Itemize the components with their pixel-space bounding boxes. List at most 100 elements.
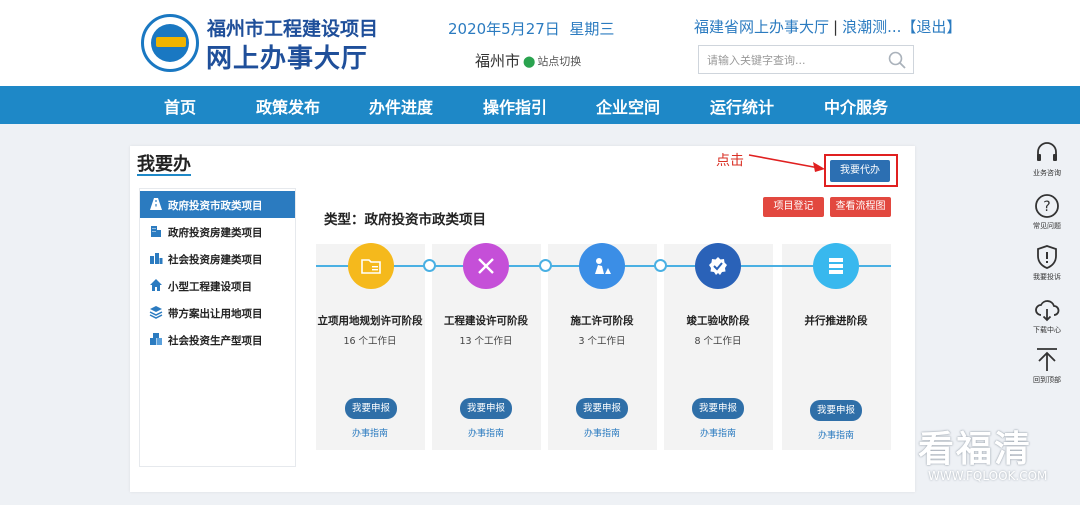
stage-4-icon-badge <box>695 243 741 289</box>
nav-statistics[interactable]: 运行统计 <box>710 94 774 118</box>
service-guide-link[interactable]: 办事指南 <box>806 428 866 441</box>
watermark-url: WWW.FQLOOK.COM <box>928 469 1048 483</box>
timeline-node <box>654 259 667 272</box>
nav-home[interactable]: 首页 <box>164 94 196 118</box>
stage-1-icon-badge <box>348 243 394 289</box>
site-switch-link[interactable]: ⬤ 站点切换 <box>523 53 581 69</box>
service-guide-link[interactable]: 办事指南 <box>688 426 748 439</box>
main-nav: 首页 政策发布 办件进度 操作指引 企业空间 运行统计 中介服务 <box>0 86 1080 124</box>
stage-name: 施工许可阶段 <box>570 315 634 327</box>
proxy-apply-button[interactable]: 我要代办 <box>830 160 890 182</box>
date-display: 2020年5月27日 星期三 <box>448 18 614 39</box>
date: 2020年5月27日 <box>448 20 560 38</box>
apply-button[interactable]: 我要申报 <box>810 400 862 421</box>
tool-label: 常见问题 <box>1033 222 1061 230</box>
annotation-arrow-icon <box>748 154 825 172</box>
nav-enterprise[interactable]: 企业空间 <box>596 94 660 118</box>
sidebar-item-small-project[interactable]: 小型工程建设项目 <box>140 272 295 299</box>
sidebar-item-label: 小型工程建设项目 <box>168 281 252 293</box>
headset-icon <box>1037 142 1057 161</box>
project-type-sidebar: 政府投资市政类项目 政府投资房建类项目 社会投资房建类项目 小型工程建设项目 带… <box>139 188 296 467</box>
header: 福州市工程建设项目 网上办事大厅 2020年5月27日 星期三 福州市 ⬤ 站点切… <box>0 0 1080 86</box>
folder-icon <box>361 259 381 274</box>
construction-worker-icon <box>595 258 611 274</box>
search-placeholder: 请输入关键字查询... <box>707 54 806 67</box>
stage-name: 竣工验收阶段 <box>686 315 750 327</box>
server-stack-icon <box>829 258 843 274</box>
sidebar-item-label: 政府投资房建类项目 <box>168 227 263 239</box>
apply-button[interactable]: 我要申报 <box>345 398 397 419</box>
layers-icon <box>149 306 163 319</box>
stage-name: 立项用地规划许可阶段 <box>317 315 423 327</box>
apply-button[interactable]: 我要申报 <box>460 398 512 419</box>
pencil-ruler-icon <box>478 258 494 274</box>
svg-text:?: ? <box>1043 199 1050 215</box>
tool-consult[interactable]: 业务咨询 <box>1022 140 1072 186</box>
stage-name: 并行推进阶段 <box>804 315 868 327</box>
cloud-download-icon <box>1035 300 1060 322</box>
nav-guide[interactable]: 操作指引 <box>483 94 547 118</box>
arrow-up-icon <box>1037 348 1057 371</box>
building-icon <box>151 226 161 237</box>
site-title-line2: 网上办事大厅 <box>206 44 369 74</box>
badge-check-icon <box>709 257 727 275</box>
stage-duration: 3 个工作日 <box>578 336 626 347</box>
shield-alert-icon <box>1037 245 1057 269</box>
timeline-node <box>423 259 436 272</box>
nav-policy[interactable]: 政策发布 <box>256 94 320 118</box>
location-pin-icon: ⬤ <box>523 55 536 68</box>
house-buildings-icon <box>150 253 163 264</box>
tool-label: 业务咨询 <box>1033 169 1061 177</box>
nav-progress[interactable]: 办件进度 <box>369 94 433 118</box>
tool-faq[interactable]: ? 常见问题 <box>1022 193 1072 239</box>
stage-2-icon-badge <box>463 243 509 289</box>
project-register-button[interactable]: 项目登记 <box>763 197 824 217</box>
apply-button[interactable]: 我要申报 <box>692 398 744 419</box>
stage-duration: 16 个工作日 <box>343 336 397 347</box>
watermark-text: 看福清 <box>918 429 1033 470</box>
weekday: 星期三 <box>569 20 615 38</box>
sidebar-item-label: 带方案出让用地项目 <box>168 308 263 320</box>
logo <box>141 14 199 72</box>
title-underline <box>137 174 191 176</box>
tool-label: 我要投诉 <box>1033 273 1061 281</box>
sidebar-item-social-building[interactable]: 社会投资房建类项目 <box>140 245 295 272</box>
annotation-label: 点击 <box>716 153 744 169</box>
timeline-node <box>539 259 552 272</box>
tool-label: 回到顶部 <box>1033 376 1061 384</box>
project-type-label: 类型：政府投资市政类项目 <box>324 212 486 228</box>
stage-3-icon-badge <box>579 243 625 289</box>
tool-complaint[interactable]: 我要投诉 <box>1022 244 1072 290</box>
site-title-line1: 福州市工程建设项目 <box>207 18 379 40</box>
sidebar-item-gov-municipal[interactable]: 政府投资市政类项目 <box>140 191 295 218</box>
logout-link[interactable]: 【退出】 <box>901 18 961 36</box>
site-switch-label: 站点切换 <box>537 55 582 68</box>
stage-duration: 8 个工作日 <box>694 336 742 347</box>
service-guide-link[interactable]: 办事指南 <box>340 426 400 439</box>
tool-download[interactable]: 下载中心 <box>1022 297 1072 343</box>
stage-duration: 13 个工作日 <box>459 336 513 347</box>
stage-name: 工程建设许可阶段 <box>444 315 528 327</box>
service-guide-link[interactable]: 办事指南 <box>456 426 516 439</box>
boxes-icon <box>150 333 162 345</box>
view-flowchart-button[interactable]: 查看流程图 <box>830 197 891 217</box>
nav-agency[interactable]: 中介服务 <box>824 94 888 118</box>
home-icon <box>150 279 162 291</box>
sidebar-item-label: 社会投资生产型项目 <box>168 335 263 347</box>
sidebar-item-gov-building[interactable]: 政府投资房建类项目 <box>140 218 295 245</box>
sidebar-item-label: 社会投资房建类项目 <box>168 254 263 266</box>
sidebar-item-label: 政府投资市政类项目 <box>168 200 263 212</box>
tool-back-to-top[interactable]: 回到顶部 <box>1022 347 1072 393</box>
apply-button[interactable]: 我要申报 <box>576 398 628 419</box>
page-title: 我要办 <box>137 154 191 175</box>
service-guide-link[interactable]: 办事指南 <box>572 426 632 439</box>
user-bar: 福建省网上办事大厅 | 浪潮测...【退出】 <box>694 18 962 36</box>
sidebar-item-land-transfer[interactable]: 带方案出让用地项目 <box>140 299 295 326</box>
road-icon <box>150 198 162 210</box>
search-input[interactable]: 请输入关键字查询... <box>698 45 914 74</box>
user-name[interactable]: 浪潮测... <box>842 18 901 36</box>
stage-5-icon-badge <box>813 243 859 289</box>
sidebar-item-social-production[interactable]: 社会投资生产型项目 <box>140 326 295 353</box>
search-icon[interactable] <box>887 50 907 70</box>
portal-link[interactable]: 福建省网上办事大厅 <box>694 18 829 36</box>
